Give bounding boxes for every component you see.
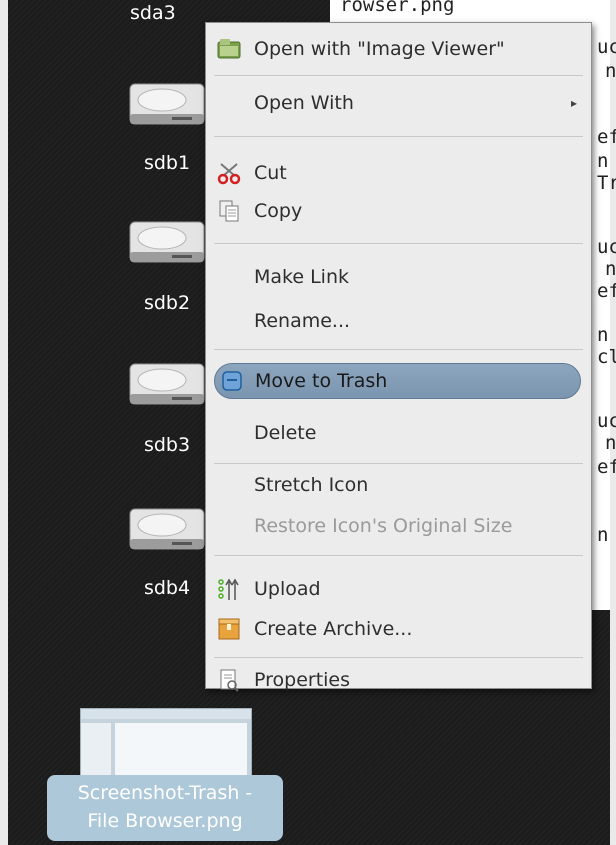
trash-icon bbox=[219, 368, 245, 394]
menu-item-label: Upload bbox=[254, 578, 321, 600]
text-fragment: ef bbox=[597, 456, 616, 478]
menu-separator bbox=[214, 657, 583, 658]
text-fragment: n bbox=[605, 432, 616, 454]
hard-drive-icon bbox=[129, 83, 205, 125]
menu-separator bbox=[214, 75, 583, 76]
file-label-line: File Browser.png bbox=[87, 810, 243, 832]
menu-item-open-with[interactable]: Open With ▸ bbox=[212, 85, 585, 121]
menu-item-move-to-trash[interactable]: Move to Trash bbox=[214, 363, 581, 399]
file-label-line: Screenshot-Trash - bbox=[77, 782, 253, 804]
menu-item-restore-icon-size: Restore Icon's Original Size bbox=[212, 508, 585, 544]
drive-icon-sdb3[interactable]: sdb3 bbox=[128, 360, 206, 456]
properties-icon bbox=[216, 667, 242, 693]
drive-icon-sdb1[interactable]: sdb1 bbox=[128, 80, 206, 174]
menu-item-label: Open With bbox=[254, 92, 354, 114]
selected-file-label[interactable]: Screenshot-Trash - File Browser.png bbox=[47, 775, 283, 841]
thumbnail-sidebar bbox=[81, 723, 111, 779]
menu-item-copy[interactable]: Copy bbox=[212, 193, 585, 229]
text-fragment: n bbox=[605, 258, 616, 280]
menu-separator bbox=[214, 243, 583, 244]
thumbnail-file-list bbox=[115, 723, 247, 775]
text-fragment: cl bbox=[597, 346, 616, 368]
menu-item-label: Make Link bbox=[254, 266, 349, 288]
menu-separator bbox=[214, 463, 583, 464]
menu-item-make-link[interactable]: Make Link bbox=[212, 259, 585, 295]
scissors-icon bbox=[216, 160, 242, 186]
menu-item-create-archive[interactable]: Create Archive... bbox=[212, 611, 585, 647]
menu-item-label: Cut bbox=[254, 162, 287, 184]
menu-item-label: Copy bbox=[254, 200, 303, 222]
submenu-arrow-icon: ▸ bbox=[570, 96, 577, 110]
text-fragment: uc bbox=[597, 236, 616, 258]
menu-item-rename[interactable]: Rename... bbox=[212, 303, 585, 339]
text-fragment: uc bbox=[597, 36, 616, 58]
text-fragment: Tr bbox=[597, 172, 616, 194]
menu-item-label: Create Archive... bbox=[254, 618, 413, 640]
background-window-title: rowser.png bbox=[340, 0, 455, 16]
menu-item-delete[interactable]: Delete bbox=[212, 415, 585, 451]
hard-drive-icon bbox=[129, 508, 205, 550]
upload-icon bbox=[216, 576, 242, 602]
menu-separator bbox=[214, 136, 583, 137]
menu-item-upload[interactable]: Upload bbox=[212, 571, 585, 607]
text-fragment: n bbox=[597, 524, 609, 546]
menu-item-label: Restore Icon's Original Size bbox=[254, 515, 513, 537]
drive-icon-sdb4[interactable]: sdb4 bbox=[128, 505, 206, 599]
copy-icon bbox=[216, 198, 242, 224]
menu-item-label: Properties bbox=[254, 669, 351, 691]
hard-drive-icon bbox=[129, 363, 205, 405]
drive-icon-sdb2[interactable]: sdb2 bbox=[128, 218, 206, 314]
menu-item-properties[interactable]: Properties bbox=[212, 665, 585, 695]
menu-item-stretch-icon[interactable]: Stretch Icon bbox=[212, 467, 585, 503]
text-fragment: n bbox=[597, 324, 609, 346]
context-menu: Open with "Image Viewer" Open With ▸ Cut bbox=[205, 22, 592, 692]
menu-item-label: Move to Trash bbox=[255, 370, 388, 392]
menu-separator bbox=[214, 349, 583, 350]
text-fragment: ef bbox=[597, 280, 616, 302]
text-fragment: uc bbox=[597, 410, 616, 432]
window-edge-left bbox=[0, 0, 8, 845]
menu-item-cut[interactable]: Cut bbox=[212, 155, 585, 191]
menu-item-open-with-image-viewer[interactable]: Open with "Image Viewer" bbox=[212, 31, 585, 67]
thumbnail-toolbar bbox=[81, 709, 251, 719]
menu-item-label: Rename... bbox=[254, 310, 351, 332]
menu-item-label: Delete bbox=[254, 422, 317, 444]
drive-label-sda3[interactable]: sda3 bbox=[130, 2, 176, 24]
text-fragment: n bbox=[605, 60, 616, 82]
archive-icon bbox=[216, 616, 242, 642]
menu-item-label: Stretch Icon bbox=[254, 474, 369, 496]
text-fragment: n bbox=[597, 150, 609, 172]
text-fragment: ef bbox=[597, 126, 616, 148]
menu-separator bbox=[214, 555, 583, 556]
menu-item-label: Open with "Image Viewer" bbox=[254, 38, 505, 60]
hard-drive-icon bbox=[129, 221, 205, 263]
screenshot-thumbnail[interactable] bbox=[80, 708, 252, 780]
image-viewer-icon bbox=[216, 36, 242, 62]
